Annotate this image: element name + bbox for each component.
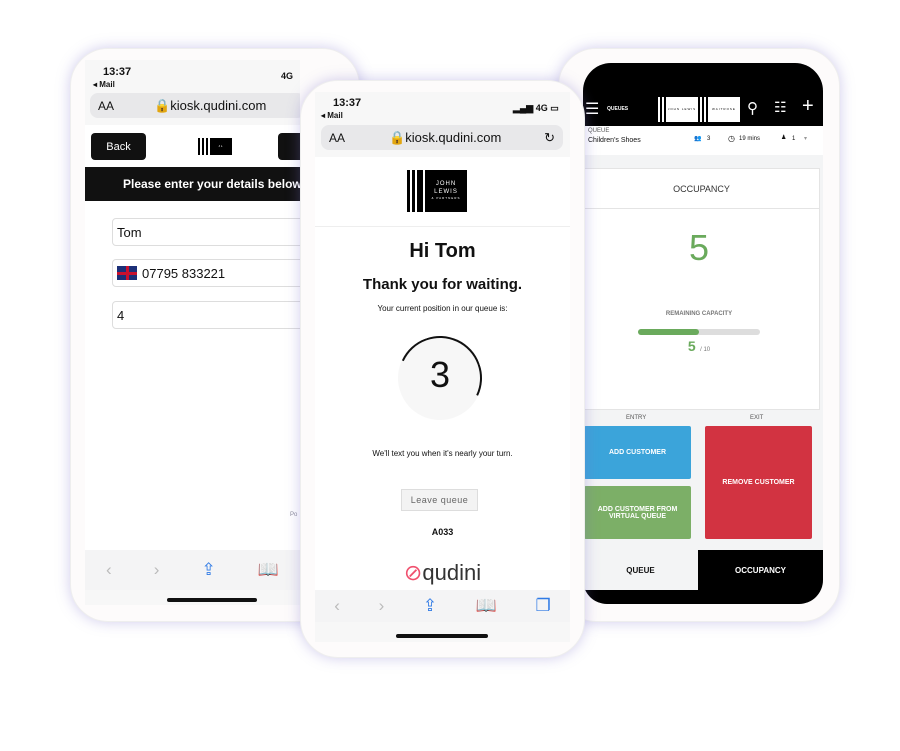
phone-input[interactable]: 07795 833221 [112, 259, 300, 287]
status-back-app[interactable]: ◂ Mail [321, 111, 343, 120]
queue-caption: QUEUE [588, 128, 610, 134]
capacity-value: / 10 [700, 347, 711, 353]
middle-screen: 13:37 ◂ Mail ▂▄▆ 4G ▭ AA 🔒 kiosk.qudini.… [315, 92, 570, 642]
forward-nav-icon[interactable]: › [154, 560, 160, 580]
occupied-value: 5 [687, 338, 696, 354]
text-size-button[interactable]: AA [329, 131, 345, 145]
back-button[interactable]: Back [91, 133, 146, 160]
home-indicator [167, 598, 257, 602]
add-virtual-customer-button[interactable]: ADD CUSTOMER FROM VIRTUAL QUEUE [584, 486, 691, 539]
waiting-count: 3 [707, 136, 711, 142]
name-input[interactable]: Tom [112, 218, 300, 246]
remaining-value: 5 [688, 227, 710, 268]
phone-value: 07795 833221 [142, 265, 226, 281]
details-banner: Please enter your details below [85, 167, 300, 201]
john-lewis-waitrose-logo: JOHN LEWIS WAITROSE [658, 97, 740, 122]
back-nav-icon[interactable]: ‹ [106, 560, 112, 580]
status-back-app[interactable]: ◂ Mail [93, 80, 115, 89]
qudini-brand: qudini [422, 560, 482, 585]
forward-nav-icon[interactable]: › [379, 596, 385, 616]
menu-icon[interactable]: ☰ [585, 99, 599, 119]
tabs-icon[interactable]: ❐ [535, 596, 550, 616]
share-icon[interactable]: ⇪ [423, 596, 437, 616]
notice-text: We'll text you when it's nearly your tur… [372, 449, 513, 458]
powered-by: Po [290, 512, 298, 518]
left-screen: 13:37 ◂ Mail 4G AA 🔒 kiosk.qudini.com Ba… [85, 60, 300, 605]
filter-icon[interactable]: ☷ [774, 99, 787, 116]
staff-icon: ♟ [781, 135, 787, 141]
entry-label: ENTRY [626, 415, 647, 421]
status-signal: 4G [281, 71, 294, 81]
chevron-down-icon[interactable]: ▾ [804, 135, 807, 142]
capacity-bar-fill [638, 329, 699, 335]
status-time: 13:37 [333, 97, 362, 109]
people-icon: 👥 [694, 136, 702, 142]
browser-toolbar: ‹ › ⇪ 📖 ❐ [315, 590, 570, 622]
leave-queue-button[interactable]: Leave queue [401, 489, 478, 511]
url-bar[interactable]: AA 🔒 kiosk.qudini.com [90, 93, 300, 118]
capacity-bar [638, 329, 760, 335]
position-label: Your current position in our queue is: [377, 304, 508, 313]
queue-subheader: QUEUE Children's Shoes 👥 3 ◷ 19 mins ♟ 1… [583, 126, 823, 155]
text-size-button[interactable]: AA [98, 99, 114, 113]
url-text: kiosk.qudini.com [170, 98, 267, 113]
tab-occupancy[interactable]: OCCUPANCY [698, 550, 823, 590]
add-customer-button[interactable]: ADD CUSTOMER [584, 426, 691, 479]
lock-icon: 🔒 [389, 129, 406, 145]
back-nav-icon[interactable]: ‹ [334, 596, 340, 616]
app-header: ☰ QUEUES JOHN LEWIS WAITROSE ⚲ ☷ + [583, 63, 823, 126]
occupancy-card: OCCUPANCY 5 REMAINING CAPACITY 5 / 10 [583, 168, 820, 410]
url-bar[interactable]: AA 🔒 kiosk.qudini.com ↻ [321, 125, 563, 150]
browser-toolbar: ‹ › ⇪ 📖 [85, 550, 300, 590]
queue-position: 3 [429, 354, 451, 395]
queues-label[interactable]: QUEUES [607, 106, 628, 112]
reload-icon[interactable]: ↻ [544, 130, 555, 146]
remaining-label: REMAINING CAPACITY [665, 311, 733, 317]
john-lewis-logo: JOHN LEWIS & PARTNERS [407, 170, 467, 212]
thanks-heading: Thank you for waiting. [362, 276, 523, 293]
add-icon[interactable]: + [802, 95, 814, 118]
uk-flag-icon [117, 266, 137, 280]
clock-icon: ◷ [728, 134, 735, 143]
bookmarks-icon[interactable]: 📖 [258, 560, 279, 580]
home-indicator [396, 634, 488, 638]
party-size-input[interactable]: 4 [112, 301, 300, 329]
wait-time: 19 mins [739, 136, 761, 142]
john-lewis-logo: JL [198, 138, 232, 155]
url-text: kiosk.qudini.com [405, 130, 502, 145]
bookmarks-icon[interactable]: 📖 [476, 596, 497, 616]
status-signal: ▂▄▆ 4G ▭ [513, 103, 559, 113]
status-time: 13:37 [103, 66, 132, 78]
tab-queue[interactable]: QUEUE [583, 550, 698, 590]
right-screen: ☰ QUEUES JOHN LEWIS WAITROSE ⚲ ☷ + QUEUE … [583, 63, 823, 604]
lock-icon: 🔒 [154, 97, 171, 113]
search-icon[interactable]: ⚲ [747, 99, 758, 117]
share-icon[interactable]: ⇪ [201, 560, 215, 580]
staff-count: 1 [792, 136, 796, 142]
card-title: OCCUPANCY [584, 169, 819, 209]
queue-name[interactable]: Children's Shoes [588, 137, 641, 144]
exit-label: EXIT [750, 415, 764, 421]
qudini-logo-icon: ⊘ [403, 560, 423, 585]
ticket-code: A033 [431, 527, 454, 537]
remove-customer-button[interactable]: REMOVE CUSTOMER [705, 426, 812, 539]
greeting: Hi Tom [409, 240, 476, 262]
